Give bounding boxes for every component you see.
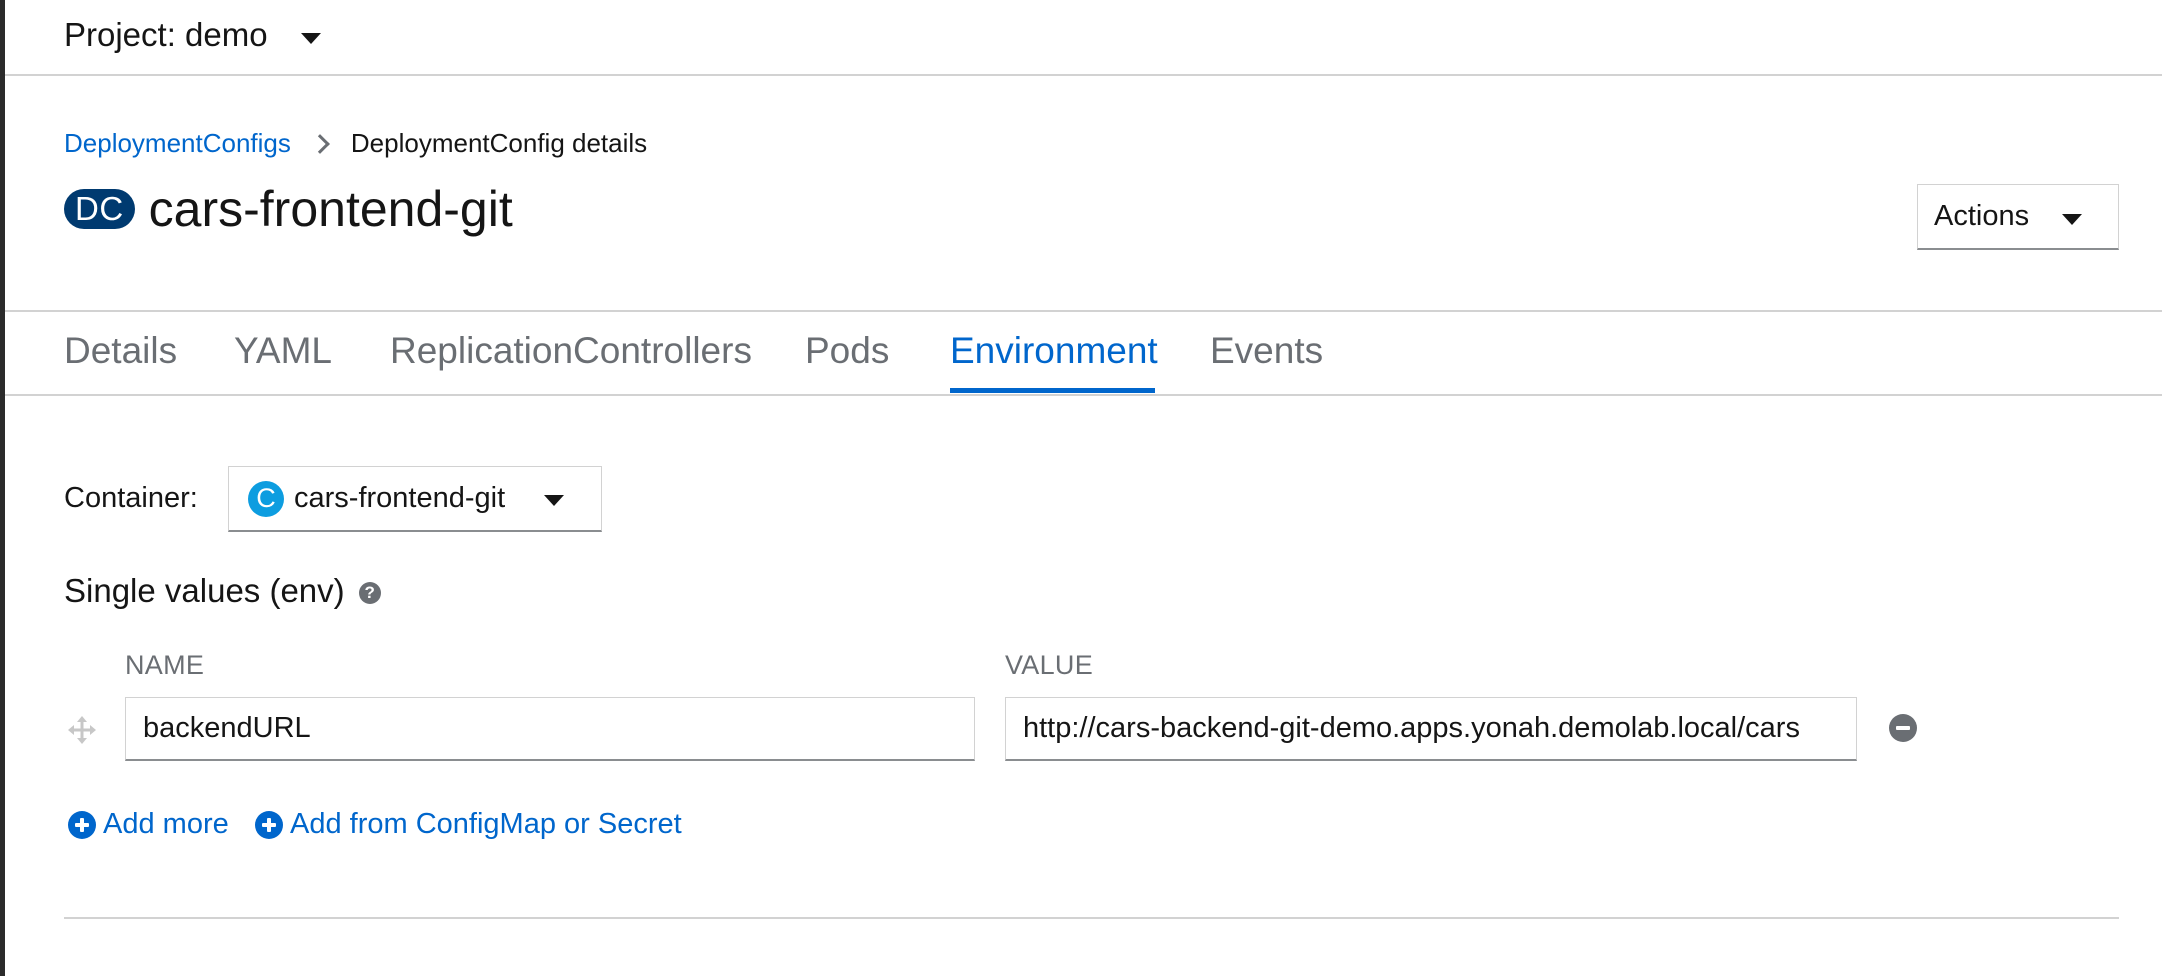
plus-circle-icon [68,810,96,839]
container-select[interactable]: C cars-frontend-git [228,466,602,532]
chevron-down-icon [544,495,564,506]
minus-circle-icon[interactable] [1889,714,1917,742]
tab-bar: Details YAML ReplicationControllers Pods… [5,310,2162,396]
tab-pods[interactable]: Pods [805,330,889,372]
section-heading-text: Single values (env) [64,572,345,609]
breadcrumb-current: DeploymentConfig details [350,128,648,158]
project-selector-label[interactable]: Project: demo [64,16,268,54]
project-bar: Project: demo [5,0,2162,76]
add-more-button[interactable]: Add more [68,808,229,841]
container-selected-value: cars-frontend-git [294,482,506,514]
title-row: DC cars-frontend-git [64,180,513,238]
tab-yaml[interactable]: YAML [234,330,332,372]
tab-details[interactable]: Details [64,330,177,372]
breadcrumb-chevron-icon [309,133,330,154]
section-heading: Single values (env) ? [64,572,381,610]
env-value-input[interactable]: http://cars-backend-git-demo.apps.yonah.… [1005,697,1857,761]
name-column-header: NAME [125,650,205,680]
active-tab-indicator [950,388,1155,393]
tab-replicationcontrollers[interactable]: ReplicationControllers [390,330,752,372]
actions-dropdown-button[interactable]: Actions [1917,184,2119,250]
page: Project: demo DeploymentConfigs Deployme… [0,0,2162,976]
chevron-down-icon[interactable] [301,33,321,44]
help-icon[interactable]: ? [358,581,381,604]
value-column-header: VALUE [1005,650,1094,680]
resource-badge: DC [64,189,135,229]
page-title: cars-frontend-git [148,181,513,237]
chevron-down-icon [2062,214,2082,225]
container-c-icon: C [248,480,284,517]
tab-events[interactable]: Events [1210,330,1323,372]
divider [64,917,2119,919]
actions-label: Actions [1934,200,2030,232]
add-more-label: Add more [103,808,229,840]
tab-environment[interactable]: Environment [950,330,1158,372]
plus-circle-icon [255,810,283,839]
breadcrumb-link-deploymentconfigs[interactable]: DeploymentConfigs [64,128,291,159]
add-from-configmap-label: Add from ConfigMap or Secret [290,808,682,840]
add-from-configmap-button[interactable]: Add from ConfigMap or Secret [255,808,682,841]
container-label: Container: [64,482,198,514]
drag-handle-icon[interactable] [67,715,97,745]
env-name-input[interactable]: backendURL [125,697,975,761]
breadcrumb: DeploymentConfigs DeploymentConfig detai… [64,128,647,159]
